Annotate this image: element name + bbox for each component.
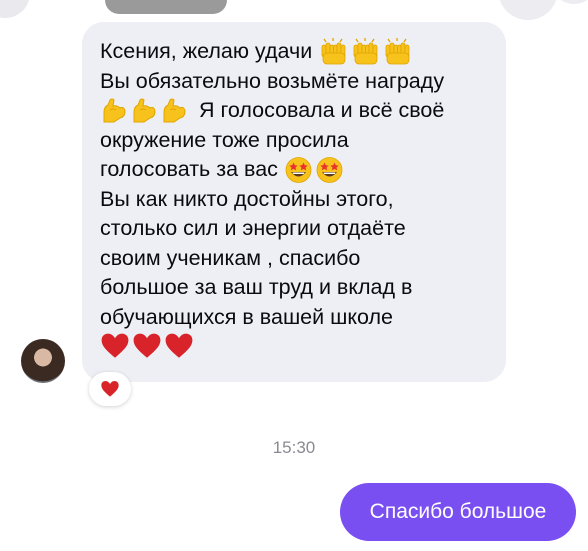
message-text: Вы обязательно возьмёте награду	[100, 68, 445, 93]
previous-photo-message[interactable]	[105, 0, 227, 14]
message-timestamp: 15:30	[272, 438, 316, 457]
incoming-message-bubble[interactable]: Ксения, желаю удачи Вы обязательно возьм…	[82, 22, 506, 382]
message-line: обучающихся в вашей школе	[100, 303, 488, 333]
outgoing-message-text: Спасибо большое	[369, 500, 547, 523]
sender-avatar[interactable]	[21, 339, 65, 383]
message-line: Вы как никто достойны этого,	[100, 185, 488, 215]
message-line: Вы обязательно возьмёте награду	[100, 67, 488, 97]
message-text: голосовать за вас	[100, 157, 278, 181]
star-struck-emoji-group	[284, 156, 346, 184]
flexed-biceps-emoji-group	[100, 97, 190, 125]
message-line: Я голосовала и всё своё	[100, 96, 488, 126]
message-text: окружение тоже просила	[100, 127, 349, 152]
flexed-biceps-icon	[163, 98, 186, 123]
message-line: столько сил и энергии отдаёте	[100, 214, 488, 244]
flexed-biceps-icon	[103, 98, 126, 123]
message-line: голосовать за вас	[100, 155, 488, 185]
flexed-biceps-icon	[133, 98, 156, 123]
red-heart-icon	[165, 333, 193, 358]
message-line: Ксения, желаю удачи	[100, 37, 488, 67]
raising-hands-icon	[385, 37, 410, 65]
message-line: своим ученикам , спасибо	[100, 244, 488, 274]
red-heart-icon	[133, 333, 161, 358]
message-text: Ксения, желаю удачи	[100, 39, 313, 63]
message-line: большое за ваш труд и вклад в	[100, 273, 488, 303]
red-heart-icon	[101, 333, 129, 358]
message-text: обучающихся в вашей школе	[100, 304, 394, 329]
message-line	[100, 332, 488, 360]
raising-hands-icon	[321, 37, 346, 65]
message-text: своим ученикам , спасибо	[100, 245, 361, 270]
message-text: Я голосовала и всё своё	[199, 98, 445, 122]
raising-hands-emoji-group	[318, 37, 414, 66]
message-text: большое за ваш труд и вклад в	[100, 275, 413, 299]
star-struck-face-icon	[285, 156, 312, 183]
outgoing-message-bubble[interactable]: Спасибо большое	[340, 483, 576, 541]
red-heart-icon	[101, 381, 119, 397]
message-reaction-chip[interactable]	[89, 372, 131, 406]
message-text: Вы как никто достойны этого,	[100, 186, 394, 211]
partial-avatar-top-left	[0, 0, 30, 18]
message-text: столько сил и энергии отдаёте	[100, 216, 406, 240]
star-struck-face-icon	[316, 156, 343, 183]
raising-hands-icon	[353, 37, 378, 65]
message-line: окружение тоже просила	[100, 126, 488, 156]
partial-element-top-right	[498, 0, 558, 20]
red-heart-emoji-group	[100, 332, 196, 360]
